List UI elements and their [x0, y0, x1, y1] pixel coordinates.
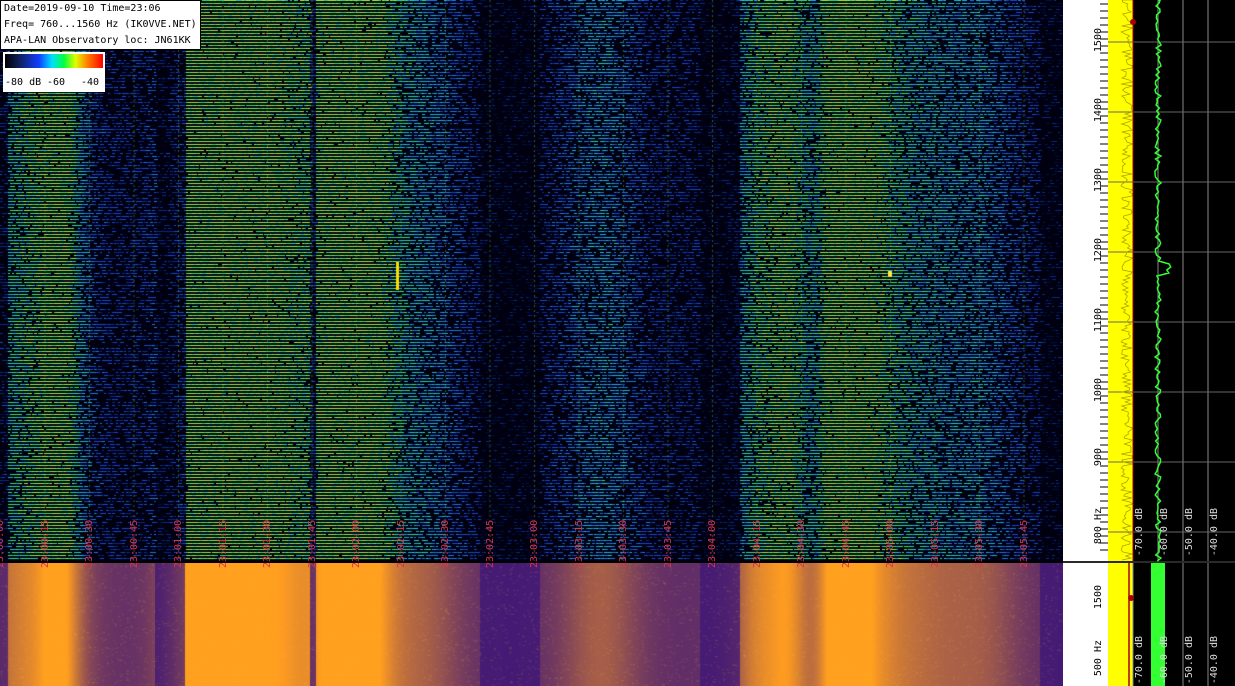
time-label: 23:00:15	[39, 519, 51, 568]
frequency-label: 900	[1093, 448, 1104, 467]
time-label: 23:03:30	[618, 519, 629, 568]
info-box: Date=2019-09-10 Time=23:06 Freq= 760...1…	[0, 0, 201, 50]
time-label: 23:03:45	[662, 519, 674, 568]
time-label: 23:03:00	[529, 519, 540, 568]
time-label: 23:00:45	[128, 519, 140, 568]
time-label: 23:01:45	[306, 519, 318, 568]
frequency-label: 1500	[1093, 28, 1104, 53]
db-label: -50.0 dB	[1184, 508, 1195, 557]
time-label: 23:01:00	[173, 519, 184, 568]
db-label-bottom: -60.0 dB	[1159, 636, 1170, 685]
time-label: 23:04:15	[751, 519, 763, 568]
lower-spectrogram	[0, 563, 1093, 686]
time-label: 23:05:00	[885, 519, 896, 568]
frequency-label: 1000	[1093, 378, 1104, 403]
time-label: 23:03:15	[573, 519, 585, 568]
db-label-bottom: -50.0 dB	[1184, 636, 1195, 685]
time-label: 23:00:00	[0, 519, 6, 568]
frequency-label: 1100	[1093, 308, 1104, 333]
frequency-label: 1400	[1093, 98, 1104, 123]
time-label: 23:05:15	[929, 519, 941, 568]
spectrum-panel	[1063, 0, 1235, 686]
time-label: 23:02:00	[351, 519, 362, 568]
time-label: 23:00:30	[84, 519, 95, 568]
legend-label-max: -40	[81, 77, 100, 88]
frequency-label: 1300	[1093, 168, 1104, 193]
frequency-label: 800 Hz	[1093, 508, 1104, 545]
time-label: 23:01:30	[262, 519, 273, 568]
time-label: 23:01:15	[217, 519, 229, 568]
legend-label-min: -80 dB	[5, 77, 42, 88]
time-label: 23:04:45	[840, 519, 852, 568]
time-label: 23:05:45	[1018, 519, 1030, 568]
db-label: -40.0 dB	[1209, 508, 1220, 557]
frequency-label: 1200	[1093, 238, 1104, 263]
time-label: 23:04:00	[707, 519, 718, 568]
frequency-text: Freq= 760...1560 Hz (IK0VVE.NET)	[4, 19, 197, 30]
time-label: 23:05:30	[974, 519, 985, 568]
time-label: 23:04:30	[796, 519, 807, 568]
legend-label-mid: -60	[47, 77, 66, 88]
color-scale-legend: -80 dB -60 -40	[3, 52, 105, 92]
db-label: -70.0 dB	[1134, 508, 1145, 557]
frequency-label-bottom: 500 Hz	[1093, 640, 1104, 677]
db-label-bottom: -40.0 dB	[1209, 636, 1220, 685]
frequency-label-bottom: 1500	[1093, 585, 1104, 610]
date-time-text: Date=2019-09-10 Time=23:06	[4, 3, 161, 14]
time-label: 23:02:15	[395, 519, 407, 568]
time-label: 23:02:45	[484, 519, 496, 568]
db-label: -60.0 dB	[1159, 508, 1170, 557]
db-label-bottom: -70.0 dB	[1134, 636, 1145, 685]
color-scale-bar	[5, 54, 103, 68]
time-label: 23:02:30	[440, 519, 451, 568]
observatory-text: APA-LAN Observatory loc: JN61KK	[4, 35, 191, 46]
